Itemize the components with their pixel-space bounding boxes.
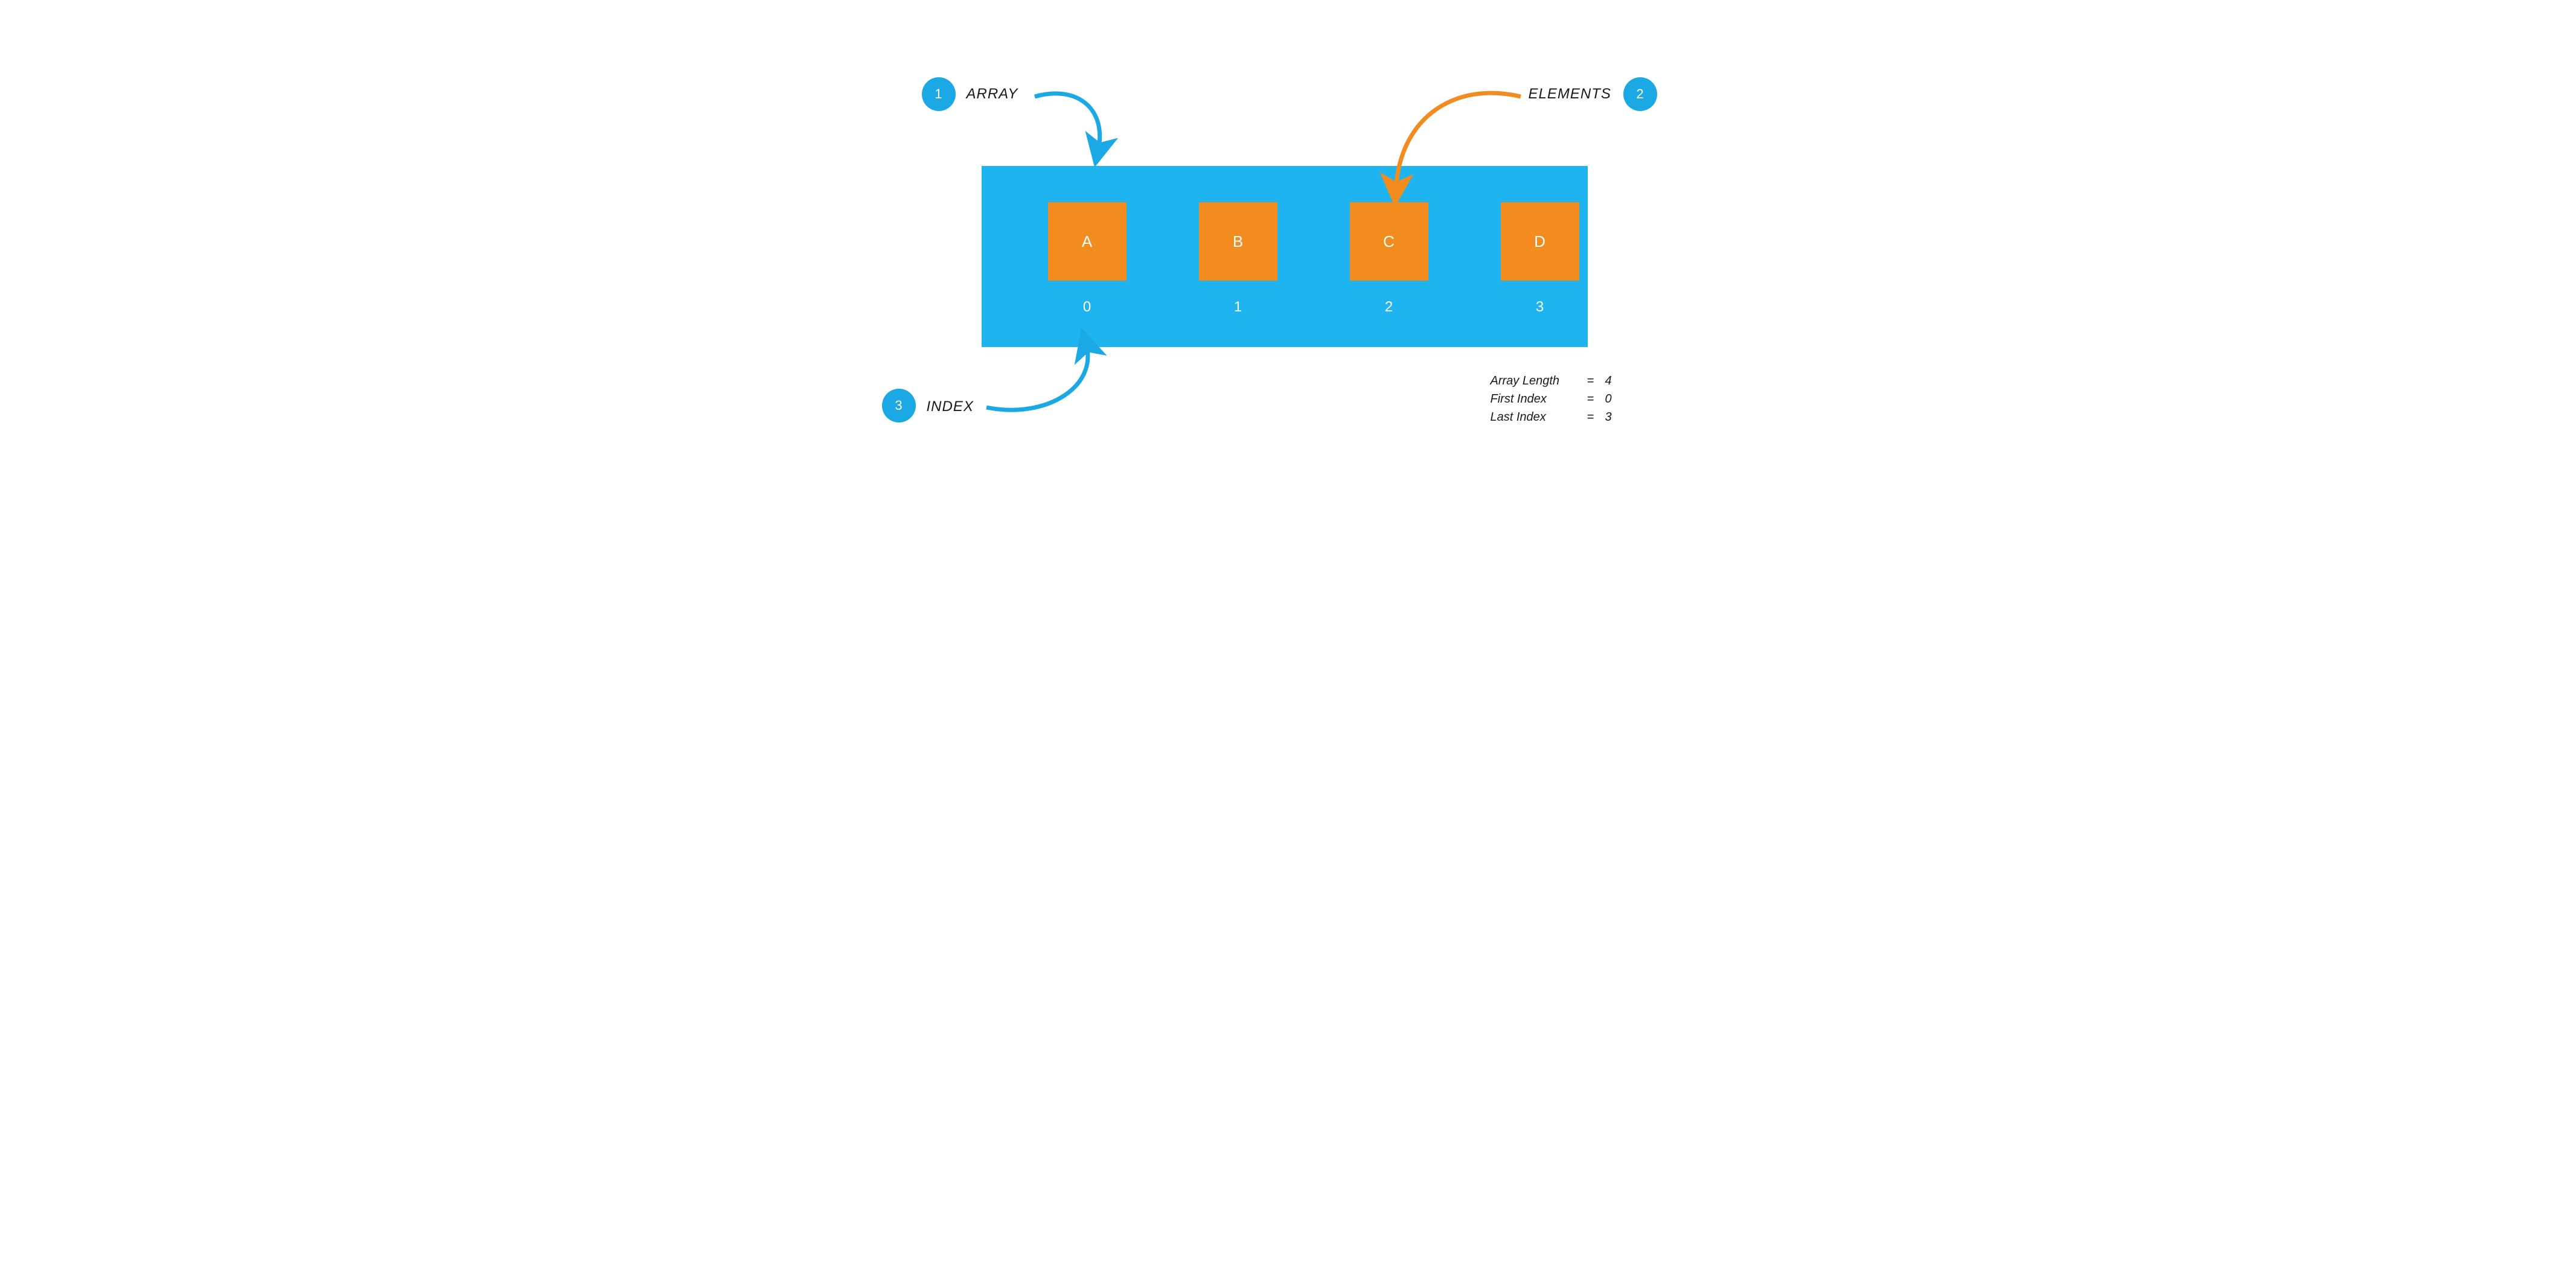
info-length-label: Array Length [1491,372,1587,390]
info-block: Array Length = 4 First Index = 0 Last In… [1491,372,1612,426]
label-array: ARRAY [967,86,1018,103]
info-eq-2: = [1587,390,1605,408]
info-last-label: Last Index [1491,408,1587,426]
info-length-value: 4 [1605,372,1612,390]
info-row-length: Array Length = 4 [1491,372,1612,390]
index-3: 3 [1531,299,1549,316]
info-first-label: First Index [1491,390,1587,408]
info-first-value: 0 [1605,390,1612,408]
element-1-value: B [1233,232,1243,251]
info-row-last: Last Index = 3 [1491,408,1612,426]
info-row-first: First Index = 0 [1491,390,1612,408]
badge-3-number: 3 [895,398,902,413]
arrow-index [980,335,1137,426]
arrow-elements [1373,78,1530,199]
element-0: A [1048,202,1127,281]
badge-2-number: 2 [1636,86,1643,102]
element-3-value: D [1534,232,1545,251]
label-elements: ELEMENTS [1529,86,1611,103]
badge-1-number: 1 [935,86,942,102]
index-0: 0 [1078,299,1096,316]
element-2-value: C [1383,232,1395,251]
badge-2: 2 [1623,77,1657,111]
index-2: 2 [1380,299,1398,316]
element-1: B [1199,202,1277,281]
index-1: 1 [1229,299,1247,316]
badge-3: 3 [882,389,916,422]
element-0-value: A [1082,232,1092,251]
arrow-array [1029,78,1149,169]
info-last-value: 3 [1605,408,1612,426]
diagram-canvas: 1 ARRAY 2 ELEMENTS 3 INDEX A 0 B 1 C 2 D… [817,0,1759,471]
element-2: C [1350,202,1428,281]
label-index: INDEX [927,398,974,415]
element-3: D [1501,202,1579,281]
badge-1: 1 [922,77,956,111]
info-eq-1: = [1587,372,1605,390]
info-eq-3: = [1587,408,1605,426]
